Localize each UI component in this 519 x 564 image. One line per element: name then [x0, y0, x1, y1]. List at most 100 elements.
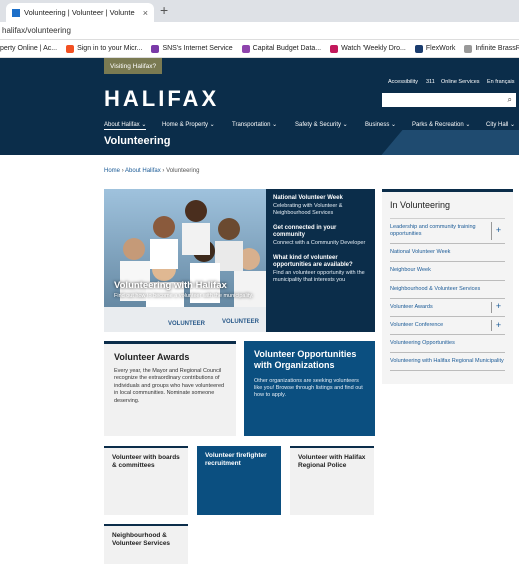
promo-national-volunteer-week[interactable]: National Volunteer Week Celebrating with… — [273, 195, 368, 217]
breadcrumb-current: Volunteering — [166, 168, 200, 174]
sidebar-link[interactable]: Neighbour Week — [390, 262, 505, 281]
visiting-halifax-button[interactable]: Visiting Halifax? — [104, 58, 163, 74]
en-francais-link[interactable]: En français — [487, 79, 515, 85]
sidebar-link-label: National Volunteer Week — [390, 249, 451, 256]
bookmark-icon — [151, 44, 160, 53]
promo-text: Celebrating with Volunteer & Neighbourho… — [273, 202, 343, 216]
nav-city-hall[interactable]: City Hall ⌄ — [486, 121, 515, 128]
accessibility-link[interactable]: Accessibility — [388, 79, 418, 85]
shirt-text: VOLUNTEER — [168, 321, 206, 327]
promo-title: What kind of volunteer opportunities are… — [273, 254, 353, 269]
sidebar-link[interactable]: Volunteering with Halifax Regional Munic… — [390, 353, 505, 372]
shirt-text: VOLUNTEER — [222, 319, 260, 325]
page-title-band: Volunteering — [0, 130, 519, 155]
bookmark-label: FlexWork — [425, 45, 456, 52]
bookmarks-bar: perty Online | Ac... Sign in to your Micr… — [0, 40, 519, 58]
promo-text: Find an volunteer opportunity with the m… — [273, 269, 365, 284]
browser-tab-bar: Volunteering | Volunteer | Volunte × + — [0, 0, 519, 22]
promo-get-connected[interactable]: Get connected in your community Connect … — [273, 225, 368, 247]
bookmark-icon — [414, 44, 423, 53]
bookmark-item[interactable]: perty Online | Ac... — [0, 45, 57, 52]
bookmark-icon — [241, 44, 250, 53]
tile-neighbourhood-services[interactable]: Neighbourhood & Volunteer Services — [104, 524, 188, 564]
311-link[interactable]: 311 — [426, 79, 435, 85]
sidebar-link[interactable]: Volunteer Awards + — [390, 299, 505, 317]
tile-firefighter-recruitment[interactable]: Volunteer firefighter recruitment — [197, 446, 281, 515]
nav-about-halifax[interactable]: About Halifax ⌄ — [104, 121, 147, 130]
close-tab-icon[interactable]: × — [143, 8, 148, 18]
expand-plus-icon[interactable]: + — [491, 222, 505, 241]
nav-transportation[interactable]: Transportation ⌄ — [232, 121, 277, 128]
hero-banner[interactable]: VOLUNTEER VOLUNTEER Volunteering with Ha… — [104, 189, 266, 332]
breadcrumb-separator: › — [162, 168, 165, 174]
browser-tab[interactable]: Volunteering | Volunteer | Volunte × — [6, 3, 154, 22]
bookmark-icon — [330, 44, 339, 53]
card-text: Every year, the Mayor and Regional Counc… — [114, 368, 225, 404]
bookmark-label: perty Online | Ac... — [0, 45, 58, 52]
search-input[interactable]: ⌕ — [382, 93, 516, 107]
bookmark-label: SNS's Internet Service — [162, 45, 233, 52]
expand-plus-icon[interactable]: + — [491, 320, 505, 331]
bookmark-item[interactable]: Infinite BrassRing — [464, 44, 519, 53]
sidebar-link-label: Neighbourhood & Volunteer Services — [390, 285, 481, 292]
site-header: Visiting Halifax? Accessibility 311 Onli… — [0, 58, 519, 130]
volunteers-photo: VOLUNTEER VOLUNTEER — [104, 189, 266, 332]
in-volunteering-sidebar: In Volunteering Leadership and community… — [382, 189, 513, 384]
tile-boards-committees[interactable]: Volunteer with boards & committees — [104, 446, 188, 515]
volunteer-awards-card[interactable]: Volunteer Awards Every year, the Mayor a… — [104, 341, 236, 436]
sidebar-link-label: Volunteering Opportunities — [390, 339, 455, 346]
sidebar-link-label: Volunteer Awards — [390, 303, 433, 310]
halifax-logo[interactable]: HALIFAX — [104, 86, 219, 112]
bookmark-label: Sign in to your Micr... — [77, 45, 143, 52]
card-title: Volunteer Opportunities with Organizatio… — [254, 349, 357, 371]
sidebar-link[interactable]: Volunteering Opportunities — [390, 335, 505, 354]
tile-regional-police[interactable]: Volunteer with Halifax Regional Police — [290, 446, 374, 515]
page-title: Volunteering — [104, 135, 171, 147]
tab-title: Volunteering | Volunteer | Volunte — [24, 8, 135, 17]
sidebar-link-label: Volunteering with Halifax Regional Munic… — [390, 358, 504, 365]
promo-title: National Volunteer Week — [273, 195, 343, 201]
sidebar-link-label: Leadership and community training opport… — [390, 224, 476, 238]
card-title: Volunteer Awards — [114, 352, 190, 362]
nav-parks-recreation[interactable]: Parks & Recreation ⌄ — [412, 121, 470, 128]
breadcrumb-separator: › — [121, 168, 124, 174]
promo-title: Get connected in your community — [273, 224, 337, 239]
halifax-favicon-icon — [12, 8, 20, 17]
sidebar-link-label: Neighbour Week — [390, 267, 431, 274]
volunteer-opportunities-card[interactable]: Volunteer Opportunities with Organizatio… — [244, 341, 375, 436]
breadcrumb-home[interactable]: Home — [104, 168, 120, 174]
card-text: Other organizations are seeking voluntee… — [254, 377, 363, 399]
url-text: halifax/volunteering — [2, 26, 71, 35]
bookmark-label: Infinite BrassRing — [475, 45, 519, 52]
sidebar-link[interactable]: Volunteer Conference + — [390, 317, 505, 335]
address-bar[interactable]: halifax/volunteering — [0, 22, 519, 40]
hero-title[interactable]: Volunteering with Halifax — [114, 280, 227, 291]
bookmark-item[interactable]: Capital Budget Data... — [241, 44, 322, 53]
nav-home-property[interactable]: Home & Property ⌄ — [162, 121, 215, 128]
sidebar-title: In Volunteering — [390, 200, 505, 219]
bookmark-item[interactable]: Sign in to your Micr... — [66, 44, 143, 53]
promo-panel: National Volunteer Week Celebrating with… — [266, 189, 375, 332]
band-decoration — [381, 130, 519, 155]
bookmark-icon — [464, 44, 473, 53]
breadcrumb-about-halifax[interactable]: About Halifax — [125, 168, 161, 174]
sidebar-link-label: Volunteer Conference — [390, 321, 444, 328]
bookmark-item[interactable]: FlexWork — [414, 44, 456, 53]
bookmark-label: Watch 'Weekly Dro... — [341, 45, 406, 52]
search-icon[interactable]: ⌕ — [508, 95, 512, 105]
expand-plus-icon[interactable]: + — [491, 301, 505, 313]
bookmark-icon — [66, 44, 75, 53]
promo-text: Connect with a Community Developer — [273, 239, 366, 246]
bookmark-item[interactable]: SNS's Internet Service — [151, 44, 233, 53]
bookmark-label: Capital Budget Data... — [252, 45, 322, 52]
sidebar-link[interactable]: National Volunteer Week — [390, 244, 505, 263]
sidebar-link[interactable]: Neighbourhood & Volunteer Services — [390, 281, 505, 299]
online-services-link[interactable]: Online Services — [441, 79, 480, 85]
new-tab-button[interactable]: + — [160, 2, 168, 18]
sidebar-link[interactable]: Leadership and community training opport… — [390, 219, 505, 245]
nav-business[interactable]: Business ⌄ — [365, 121, 396, 128]
nav-safety-security[interactable]: Safety & Security ⌄ — [295, 121, 348, 128]
bookmark-item[interactable]: Watch 'Weekly Dro... — [330, 44, 406, 53]
promo-volunteer-opportunities[interactable]: What kind of volunteer opportunities are… — [273, 255, 368, 284]
breadcrumb: Home › About Halifax › Volunteering — [104, 168, 199, 174]
